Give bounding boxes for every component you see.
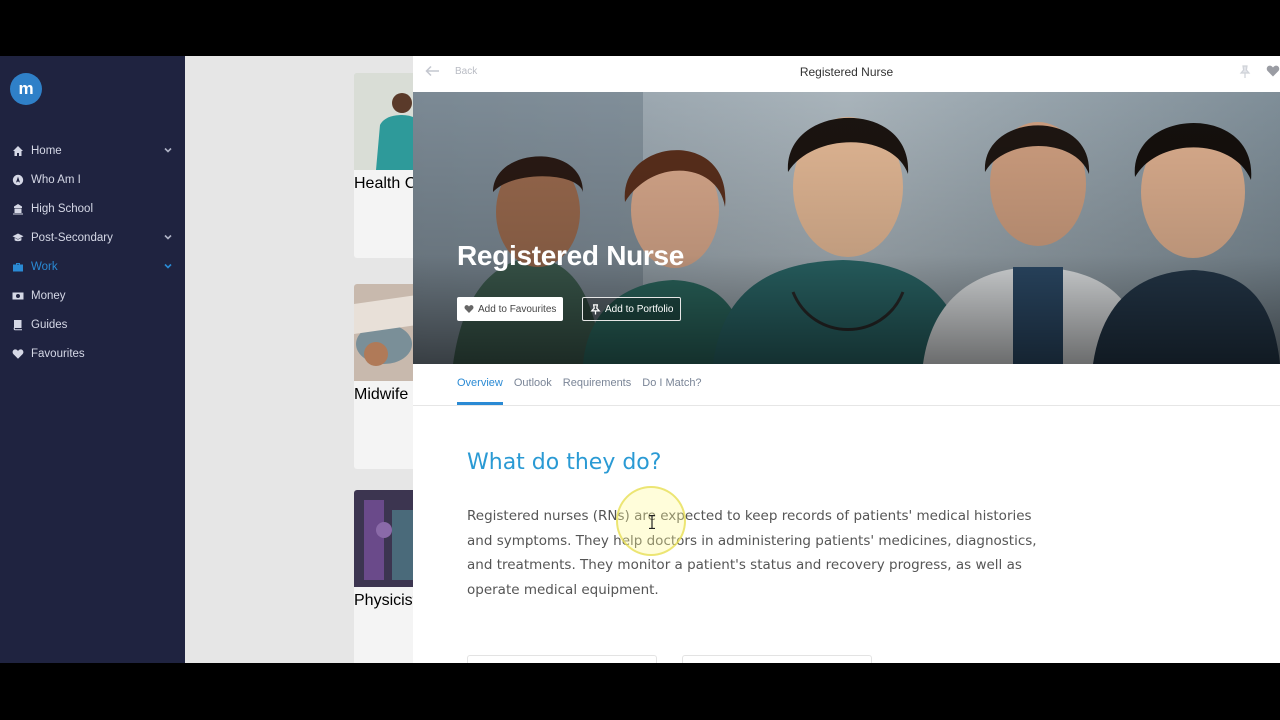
sidebar-item-label: Who Am I bbox=[31, 173, 81, 186]
sidebar-item-favourites[interactable]: Favourites bbox=[0, 339, 185, 368]
pin-icon bbox=[590, 303, 601, 315]
hero-image bbox=[413, 92, 1280, 364]
sidebar-item-money[interactable]: Money bbox=[0, 281, 185, 310]
career-listing: Health C Midwife Physicist bbox=[185, 56, 424, 663]
page-title: Registered Nurse bbox=[799, 65, 894, 79]
pin-icon[interactable] bbox=[1239, 65, 1251, 79]
career-card-label: Physicist bbox=[354, 592, 418, 609]
tab-bar: Overview Outlook Requirements Do I Match… bbox=[457, 377, 713, 405]
sidebar-item-home[interactable]: Home bbox=[0, 136, 185, 165]
tab-outlook[interactable]: Outlook bbox=[514, 377, 552, 405]
chevron-down-icon[interactable] bbox=[163, 261, 173, 271]
book-icon bbox=[12, 319, 24, 331]
sidebar-item-label: Favourites bbox=[31, 347, 85, 360]
career-detail-panel: Back Registered Nurse Registered Nurse A… bbox=[413, 56, 1280, 663]
sidebar-item-label: High School bbox=[31, 202, 94, 215]
sidebar-item-who-am-i[interactable]: Who Am I bbox=[0, 165, 185, 194]
heart-icon bbox=[464, 305, 474, 313]
tab-divider bbox=[413, 405, 1280, 406]
graduation-cap-icon bbox=[12, 232, 24, 244]
add-to-favourites-button[interactable]: Add to Favourites bbox=[457, 297, 564, 321]
sidebar-nav: Home Who Am I High School Post-Secondary… bbox=[0, 136, 185, 368]
info-card bbox=[682, 655, 872, 663]
chevron-down-icon[interactable] bbox=[163, 145, 173, 155]
sidebar-item-work[interactable]: Work bbox=[0, 252, 185, 281]
sidebar-item-label: Post-Secondary bbox=[31, 231, 113, 244]
heart-icon[interactable] bbox=[1266, 64, 1280, 78]
app-window: m Home Who Am I High School Post-Seconda… bbox=[0, 56, 1280, 663]
sidebar-item-label: Work bbox=[31, 260, 58, 273]
tab-requirements[interactable]: Requirements bbox=[563, 377, 631, 405]
tab-do-i-match[interactable]: Do I Match? bbox=[642, 377, 701, 405]
add-to-portfolio-button[interactable]: Add to Portfolio bbox=[582, 297, 682, 321]
add-to-favourites-label: Add to Favourites bbox=[478, 303, 557, 315]
info-card bbox=[467, 655, 657, 663]
logo-letter: m bbox=[18, 79, 34, 98]
career-card-label: Health C bbox=[354, 175, 417, 192]
panel-topbar: Back Registered Nurse bbox=[413, 56, 1280, 92]
sidebar-item-post-secondary[interactable]: Post-Secondary bbox=[0, 223, 185, 252]
sidebar-item-high-school[interactable]: High School bbox=[0, 194, 185, 223]
sidebar-item-label: Money bbox=[31, 289, 66, 302]
sidebar: m Home Who Am I High School Post-Seconda… bbox=[0, 56, 185, 663]
home-icon bbox=[12, 145, 24, 157]
tab-overview[interactable]: Overview bbox=[457, 377, 503, 405]
briefcase-icon bbox=[12, 261, 24, 273]
sidebar-item-label: Guides bbox=[31, 318, 68, 331]
career-card-label: Midwife bbox=[354, 386, 409, 403]
chevron-down-icon[interactable] bbox=[163, 232, 173, 242]
add-to-portfolio-label: Add to Portfolio bbox=[605, 303, 674, 315]
money-icon bbox=[12, 290, 24, 302]
heart-icon bbox=[12, 348, 24, 360]
sidebar-item-guides[interactable]: Guides bbox=[0, 310, 185, 339]
school-icon bbox=[12, 203, 24, 215]
text-cursor-icon bbox=[649, 515, 655, 529]
compass-icon bbox=[12, 174, 24, 186]
section-heading: What do they do? bbox=[467, 450, 662, 475]
sidebar-item-label: Home bbox=[31, 144, 62, 157]
hero-title: Registered Nurse bbox=[457, 240, 685, 271]
app-logo[interactable]: m bbox=[10, 73, 42, 105]
section-text: Registered nurses (RNs) are expected to … bbox=[467, 508, 1037, 598]
hero-banner: Registered Nurse Add to Favourites Add t… bbox=[413, 92, 1280, 364]
